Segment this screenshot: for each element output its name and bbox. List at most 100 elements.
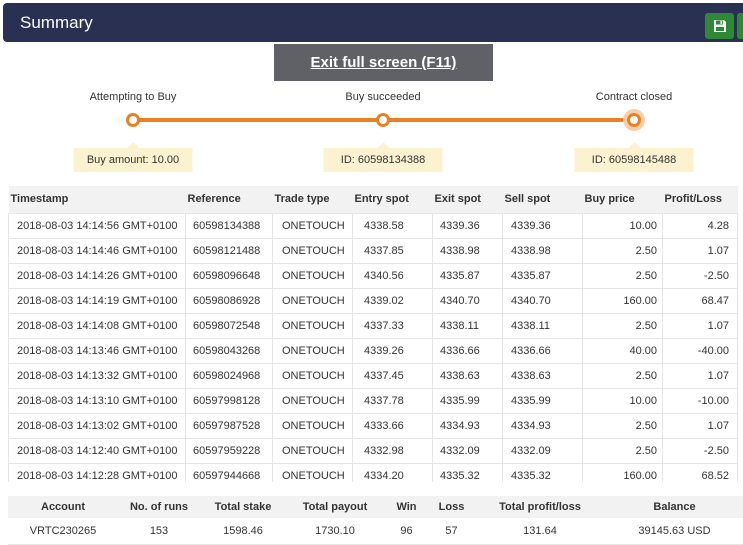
step-node-buy-succeeded (376, 113, 390, 127)
cell-profit-loss: 4.28 (662, 212, 738, 239)
step-label-attempting: Attempting to Buy (89, 91, 177, 103)
col-header-profit-loss: Profit/Loss (662, 186, 738, 213)
step-label-contract-closed: Contract closed (595, 91, 673, 103)
cell-profit-loss: -10.00 (662, 387, 738, 414)
summary-header-total-payout: Total payout (286, 496, 384, 518)
cell-buy-price: 2.50 (582, 312, 663, 339)
save-button[interactable] (705, 13, 734, 39)
cell-entry-spot: 4332.98 (352, 437, 433, 464)
table-row: 2018-08-03 14:13:32 GMT+0100 60598024968 O… (8, 362, 738, 389)
cell-buy-price: 40.00 (582, 337, 663, 364)
summary-header-runs: No. of runs (118, 496, 200, 518)
cell-reference: 60598024968 (185, 362, 273, 389)
col-header-entry-spot: Entry spot (352, 186, 433, 213)
cell-sell-spot: 4334.93 (502, 412, 583, 439)
cell-exit-spot: 4340.70 (432, 287, 503, 314)
cell-trade-type: ONETOUCH (272, 237, 353, 264)
col-header-buy-price: Buy price (582, 186, 663, 213)
cell-entry-spot: 4339.02 (352, 287, 433, 314)
step-box-sell-id: ID: 60598145488 (574, 142, 694, 172)
cell-exit-spot: 4334.93 (432, 412, 503, 439)
cell-timestamp: 2018-08-03 14:14:56 GMT+0100 (8, 212, 186, 239)
summary-row: VRTC230265 153 1598.46 1730.10 96 57 131… (8, 518, 743, 545)
cell-reference: 60598043268 (185, 337, 273, 364)
cell-sell-spot: 4338.11 (502, 312, 583, 339)
summary-loss: 57 (429, 518, 474, 545)
summary-header-total-profit-loss: Total profit/loss (474, 496, 606, 518)
cell-entry-spot: 4337.78 (352, 387, 433, 414)
cell-exit-spot: 4335.87 (432, 262, 503, 289)
summary-title: Summary (20, 13, 93, 32)
cell-reference: 60597987528 (185, 412, 273, 439)
cell-trade-type: ONETOUCH (272, 462, 353, 482)
cell-timestamp: 2018-08-03 14:13:02 GMT+0100 (8, 412, 186, 439)
cell-exit-spot: 4336.66 (432, 337, 503, 364)
col-header-reference: Reference (185, 186, 273, 213)
cell-buy-price: 2.50 (582, 237, 663, 264)
summary-table: Account No. of runs Total stake Total pa… (8, 496, 743, 545)
cell-buy-price: 2.50 (582, 262, 663, 289)
cell-reference: 60597944668 (185, 462, 273, 482)
summary-header: Summary (3, 3, 743, 42)
cell-reference: 60598072548 (185, 312, 273, 339)
summary-account: VRTC230265 (8, 518, 118, 545)
cell-exit-spot: 4335.32 (432, 462, 503, 482)
cell-trade-type: ONETOUCH (272, 312, 353, 339)
cell-sell-spot: 4335.32 (502, 462, 583, 482)
exit-fullscreen-label: Exit full screen (F11) (310, 54, 457, 71)
cell-entry-spot: 4340.56 (352, 262, 433, 289)
cell-buy-price: 160.00 (582, 462, 663, 482)
cell-exit-spot: 4332.09 (432, 437, 503, 464)
cell-profit-loss: -2.50 (662, 262, 738, 289)
cell-sell-spot: 4338.63 (502, 362, 583, 389)
cell-reference: 60597998128 (185, 387, 273, 414)
step-node-attempting (126, 113, 140, 127)
cell-buy-price: 160.00 (582, 287, 663, 314)
cell-reference: 60598134388 (185, 212, 273, 239)
floppy-disk-icon (713, 20, 726, 32)
cell-entry-spot: 4338.58 (352, 212, 433, 239)
cell-trade-type: ONETOUCH (272, 362, 353, 389)
cell-buy-price: 2.50 (582, 362, 663, 389)
cell-timestamp: 2018-08-03 14:13:46 GMT+0100 (8, 337, 186, 364)
table-row: 2018-08-03 14:12:28 GMT+0100 60597944668 O… (8, 462, 738, 482)
cell-sell-spot: 4335.87 (502, 262, 583, 289)
step-box-buy-id: ID: 60598134388 (323, 142, 443, 172)
trades-table-container[interactable]: Timestamp Reference Trade type Entry spo… (8, 186, 743, 482)
cell-timestamp: 2018-08-03 14:14:46 GMT+0100 (8, 237, 186, 264)
cell-entry-spot: 4339.26 (352, 337, 433, 364)
step-box-buy-amount: Buy amount: 10.00 (73, 142, 193, 172)
cell-profit-loss: 1.07 (662, 237, 738, 264)
table-row: 2018-08-03 14:14:08 GMT+0100 60598072548 O… (8, 312, 738, 339)
table-row: 2018-08-03 14:13:46 GMT+0100 60598043268 O… (8, 337, 738, 364)
cell-exit-spot: 4338.63 (432, 362, 503, 389)
panel-button[interactable] (737, 13, 743, 39)
summary-header-row: Account No. of runs Total stake Total pa… (8, 496, 743, 518)
table-row: 2018-08-03 14:14:26 GMT+0100 60598096648 O… (8, 262, 738, 289)
cell-exit-spot: 4339.36 (432, 212, 503, 239)
summary-total-profit-loss: 131.64 (474, 518, 606, 545)
summary-header-loss: Loss (429, 496, 474, 518)
cell-buy-price: 2.50 (582, 412, 663, 439)
cell-timestamp: 2018-08-03 14:13:32 GMT+0100 (8, 362, 186, 389)
cell-trade-type: ONETOUCH (272, 262, 353, 289)
cell-sell-spot: 4338.98 (502, 237, 583, 264)
col-header-trade-type: Trade type (272, 186, 353, 213)
cell-entry-spot: 4334.20 (352, 462, 433, 482)
table-row: 2018-08-03 14:14:46 GMT+0100 60598121488 O… (8, 237, 738, 264)
cell-timestamp: 2018-08-03 14:14:19 GMT+0100 (8, 287, 186, 314)
exit-fullscreen-link[interactable]: Exit full screen (F11) (274, 44, 493, 81)
cell-entry-spot: 4337.33 (352, 312, 433, 339)
cell-profit-loss: -40.00 (662, 337, 738, 364)
cell-profit-loss: 1.07 (662, 362, 738, 389)
table-row: 2018-08-03 14:13:02 GMT+0100 60597987528 O… (8, 412, 738, 439)
summary-total-payout: 1730.10 (286, 518, 384, 545)
table-row: 2018-08-03 14:14:19 GMT+0100 60598086928 O… (8, 287, 738, 314)
cell-trade-type: ONETOUCH (272, 212, 353, 239)
step-node-contract-closed (627, 113, 641, 127)
cell-sell-spot: 4339.36 (502, 212, 583, 239)
col-header-exit-spot: Exit spot (432, 186, 503, 213)
cell-trade-type: ONETOUCH (272, 287, 353, 314)
summary-win: 96 (384, 518, 429, 545)
cell-buy-price: 10.00 (582, 212, 663, 239)
